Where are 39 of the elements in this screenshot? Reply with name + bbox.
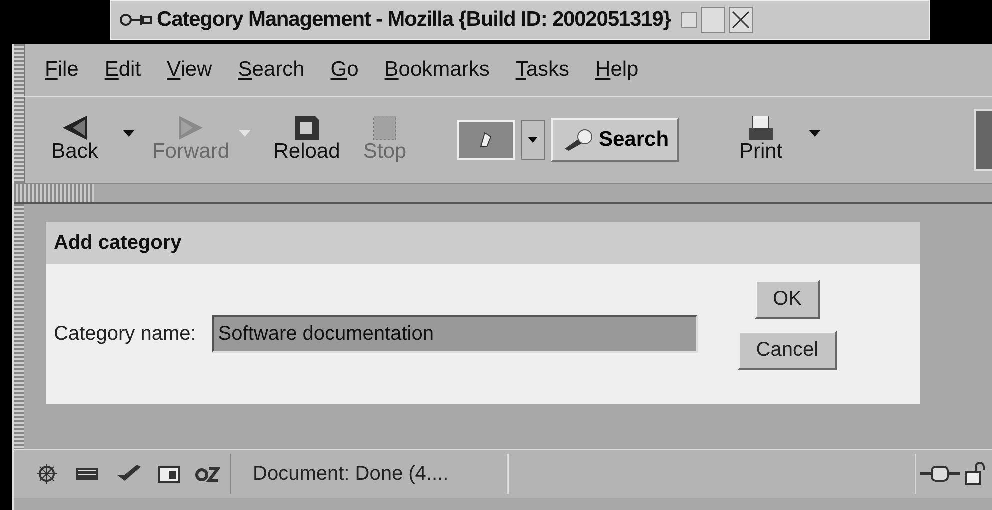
menu-item[interactable]: File [37, 54, 87, 86]
menu-item[interactable]: Bookmarks [376, 54, 498, 86]
menu-item[interactable]: View [159, 54, 220, 86]
dropdown-button[interactable] [521, 120, 545, 160]
status-text: Document: Done (4.... [231, 454, 509, 494]
throbber-icon [974, 109, 992, 171]
plug-icon [920, 463, 960, 485]
grip-handle[interactable] [14, 184, 94, 202]
menu-item[interactable]: Go [322, 54, 367, 86]
input-field[interactable]: Software documentation [212, 315, 698, 353]
menu-item[interactable]: Help [588, 54, 647, 86]
reload-icon [295, 116, 319, 140]
padlock-icon [964, 462, 988, 486]
search-button[interactable]: Search [551, 118, 680, 162]
menu-item[interactable]: Edit [96, 54, 150, 86]
field-label: Category name: [54, 322, 196, 346]
menu-item[interactable]: Tasks [508, 54, 578, 86]
sidebar-grip[interactable] [14, 204, 24, 449]
dialog-button[interactable]: Cancel [738, 331, 837, 370]
window-title: Category Management - Mozilla {Build ID: 2002051319} [157, 8, 671, 32]
caret-icon[interactable] [123, 130, 135, 136]
stop-icon [373, 116, 397, 140]
grip-handle[interactable] [14, 97, 25, 183]
menu-item[interactable]: Search [230, 54, 313, 86]
dialog-button[interactable]: OK [754, 280, 820, 319]
arrow-left-icon [63, 116, 87, 140]
close-button[interactable] [728, 7, 753, 33]
toolbar-button[interactable]: Back [39, 116, 111, 164]
grip-handle[interactable] [14, 44, 25, 96]
toolbar-button[interactable]: Reload [271, 116, 343, 164]
page-proxy-icon[interactable] [457, 120, 515, 160]
arrow-right-icon [179, 116, 203, 140]
close-icon [730, 9, 752, 31]
dialog-title: Add category [54, 232, 182, 254]
toolbar-button[interactable]: Print [725, 116, 798, 164]
window-icon [119, 11, 153, 29]
printer-icon [749, 116, 774, 140]
minimize-button[interactable] [680, 12, 697, 28]
caret-icon[interactable] [809, 130, 822, 136]
